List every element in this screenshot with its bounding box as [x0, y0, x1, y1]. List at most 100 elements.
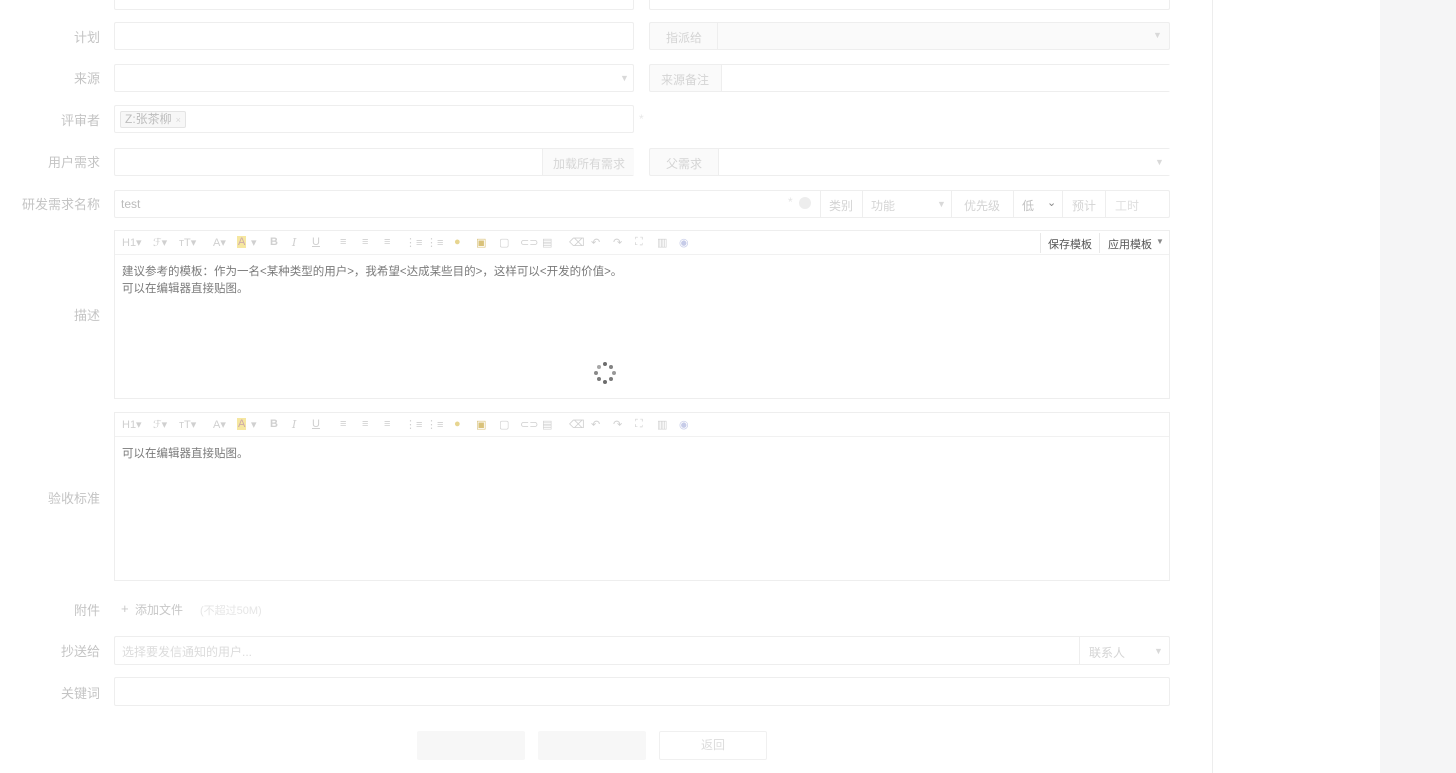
cc-field[interactable]: 选择要发信通知的用户... 联系人 ▼ [114, 636, 1170, 665]
assign-label: 指派给 [666, 31, 703, 45]
table-icon[interactable]: ▤ [542, 236, 552, 249]
emoticon-icon[interactable]: ● [454, 236, 461, 248]
about-icon[interactable]: ◉ [679, 418, 689, 431]
category-select[interactable]: 功能 [871, 197, 895, 214]
verify-line-1: 可以在编辑器直接贴图。 [122, 448, 249, 460]
chevron-down-icon: ▼ [937, 199, 946, 209]
chevron-down-icon: ▼ [1156, 237, 1164, 246]
ordered-list-icon[interactable]: ⋮≡ [405, 418, 422, 431]
align-right-icon[interactable]: ≡ [384, 418, 390, 430]
link-icon[interactable]: ⊂⊃ [520, 236, 538, 249]
keywords-label: 关键词 [60, 686, 100, 701]
attachment-label: 附件 [73, 603, 100, 618]
redo-icon[interactable]: ↷ [613, 236, 622, 249]
chevron-down-icon: ▼ [1153, 30, 1162, 40]
image-icon[interactable]: ▣ [476, 236, 486, 249]
editor-toolbar: H1▾ ℱ▾ тT▾ A▾ A ▾ B I U ≡ ≡ ≡ ⋮≡ ⋮≡ ● ▣ … [115, 231, 1169, 255]
description-editor[interactable]: H1▾ ℱ▾ тT▾ A▾ A ▾ B I U ≡ ≡ ≡ ⋮≡ ⋮≡ ● ▣ … [114, 230, 1170, 399]
clear-format-icon[interactable]: ⌫ [569, 418, 585, 431]
fullscreen-icon[interactable]: ⛶ [635, 236, 643, 249]
about-icon[interactable]: ◉ [679, 236, 689, 249]
add-file-button[interactable]: 添加文件 [135, 601, 183, 618]
paste-icon[interactable]: ▥ [657, 418, 667, 431]
description-label: 描述 [73, 308, 100, 323]
highlight-dropdown-icon[interactable]: ▾ [251, 418, 257, 431]
contacts-select[interactable]: 联系人 [1089, 644, 1125, 661]
source-note-field[interactable]: 来源备注 [649, 64, 1170, 92]
keywords-input[interactable] [114, 677, 1170, 706]
align-left-icon[interactable]: ≡ [340, 236, 346, 248]
save-draft-button[interactable] [538, 731, 646, 760]
font-size-icon[interactable]: тT▾ [179, 236, 196, 249]
priority-select[interactable]: 低 [1022, 197, 1034, 214]
ordered-list-icon[interactable]: ⋮≡ [405, 236, 422, 249]
media-icon[interactable]: ▢ [499, 236, 509, 249]
align-center-icon[interactable]: ≡ [362, 418, 368, 430]
side-panel [1380, 0, 1456, 773]
close-icon[interactable]: × [176, 115, 181, 125]
color-picker-icon[interactable] [799, 197, 811, 209]
reviewer-select[interactable] [114, 105, 634, 133]
bold-icon[interactable]: B [270, 418, 278, 430]
underline-icon[interactable]: U [312, 418, 320, 430]
user-story-select[interactable]: 加载所有需求 [114, 148, 634, 176]
story-name-input[interactable]: test [121, 197, 140, 211]
undo-icon[interactable]: ↶ [591, 236, 600, 249]
align-left-icon[interactable]: ≡ [340, 418, 346, 430]
unordered-list-icon[interactable]: ⋮≡ [426, 418, 443, 431]
italic-icon[interactable]: I [292, 418, 296, 431]
reviewer-tag[interactable]: Z:张茶柳 × [120, 111, 186, 128]
top-field[interactable] [114, 0, 634, 10]
heading-icon[interactable]: H1▾ [122, 236, 142, 249]
assign-select[interactable]: 指派给 ▼ [649, 22, 1170, 50]
paste-icon[interactable]: ▥ [657, 236, 667, 249]
apply-template-button[interactable]: 应用模板 [1108, 236, 1152, 252]
chevron-down-icon: ▼ [1155, 157, 1164, 167]
font-color-icon[interactable]: A▾ [213, 418, 226, 431]
required-mark: * [788, 195, 793, 209]
priority-label: 优先级 [964, 199, 1001, 213]
description-line-1: 建议参考的模板：作为一名<某种类型的用户>，我希望<达成某些目的>，这样可以<开… [122, 266, 623, 278]
load-all-stories-button[interactable]: 加载所有需求 [553, 155, 625, 172]
top-field-right[interactable] [649, 0, 1170, 10]
font-family-icon[interactable]: ℱ▾ [153, 418, 167, 431]
bold-icon[interactable]: B [270, 236, 278, 248]
estimate-input[interactable]: 工时 [1115, 197, 1139, 214]
link-icon[interactable]: ⊂⊃ [520, 418, 538, 431]
back-button[interactable]: 返回 [659, 731, 767, 760]
save-template-button[interactable]: 保存模板 [1048, 236, 1092, 252]
panel-divider [1212, 0, 1213, 773]
italic-icon[interactable]: I [292, 236, 296, 249]
plus-icon[interactable]: + [121, 601, 129, 616]
emoticon-icon[interactable]: ● [454, 418, 461, 430]
cc-input[interactable]: 选择要发信通知的用户... [122, 643, 252, 660]
parent-story-select[interactable]: 父需求 ▼ [649, 148, 1170, 176]
heading-icon[interactable]: H1▾ [122, 418, 142, 431]
loading-spinner-icon [594, 362, 616, 384]
highlight-dropdown-icon[interactable]: ▾ [251, 236, 257, 249]
redo-icon[interactable]: ↷ [613, 418, 622, 431]
verify-editor[interactable]: H1▾ ℱ▾ тT▾ A▾ A ▾ B I U ≡ ≡ ≡ ⋮≡ ⋮≡ ● ▣ … [114, 412, 1170, 581]
align-right-icon[interactable]: ≡ [384, 236, 390, 248]
save-button[interactable] [417, 731, 525, 760]
underline-icon[interactable]: U [312, 236, 320, 248]
fullscreen-icon[interactable]: ⛶ [635, 418, 643, 431]
align-center-icon[interactable]: ≡ [362, 236, 368, 248]
highlight-icon[interactable]: A [237, 236, 247, 248]
media-icon[interactable]: ▢ [499, 418, 509, 431]
undo-icon[interactable]: ↶ [591, 418, 600, 431]
clear-format-icon[interactable]: ⌫ [569, 236, 585, 249]
source-select[interactable]: ▼ [114, 64, 634, 92]
font-color-icon[interactable]: A▾ [213, 236, 226, 249]
parent-story-label: 父需求 [666, 157, 703, 171]
plan-label: 计划 [73, 30, 100, 45]
font-size-icon[interactable]: тT▾ [179, 418, 196, 431]
plan-select[interactable] [114, 22, 634, 50]
unordered-list-icon[interactable]: ⋮≡ [426, 236, 443, 249]
story-name-label: 研发需求名称 [21, 197, 100, 212]
font-family-icon[interactable]: ℱ▾ [153, 236, 167, 249]
table-icon[interactable]: ▤ [542, 418, 552, 431]
highlight-icon[interactable]: A [237, 418, 247, 430]
user-story-label: 用户需求 [47, 155, 100, 170]
image-icon[interactable]: ▣ [476, 418, 486, 431]
